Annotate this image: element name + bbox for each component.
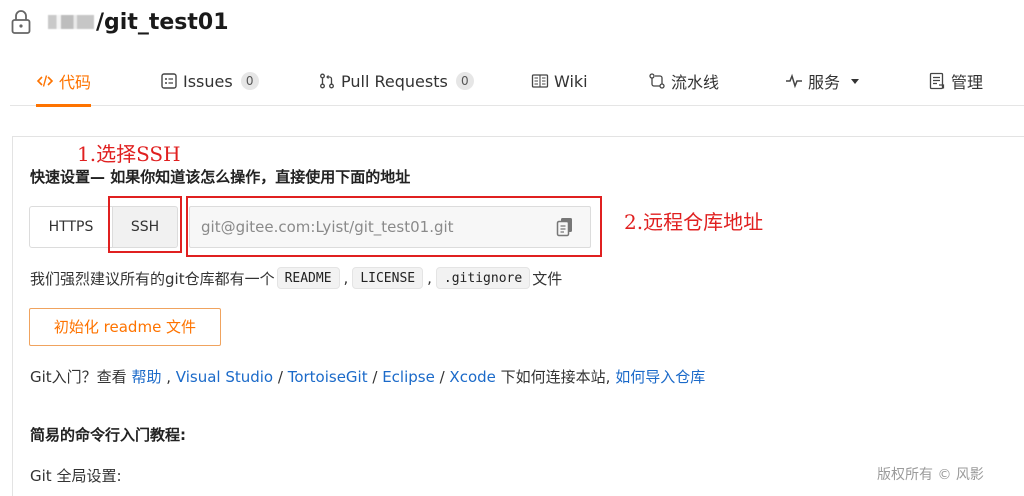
code-icon — [36, 75, 54, 87]
repo-tabs: 代码 Issues 0 Pull Requests 0 Wiki 流水线 服务 … — [10, 56, 1024, 107]
separator: / — [434, 368, 450, 386]
recommend-line: 我们强烈建议所有的git仓库都有一个 README , LICENSE , .g… — [30, 266, 562, 290]
recommend-suffix: 文件 — [532, 269, 563, 288]
separator: / — [367, 368, 383, 386]
quick-setup-title: 快速设置— 如果你知道该怎么操作，直接使用下面的地址 — [30, 168, 411, 186]
tab-manage[interactable]: 管理 — [928, 56, 983, 106]
copyright-watermark: 版权所有 © 风影 — [877, 467, 984, 483]
license-chip: LICENSE — [352, 267, 424, 289]
gitignore-chip: .gitignore — [435, 267, 531, 289]
owner-name-blurred — [48, 15, 94, 29]
help-middle: 下如何连接本站, — [495, 368, 616, 386]
pulse-icon — [786, 73, 802, 89]
annotation-box-url — [186, 196, 602, 257]
tab-code[interactable]: 代码 — [36, 56, 92, 107]
tutorial-title: 简易的命令行入门教程: — [30, 426, 186, 444]
repo-title[interactable]: /git_test01 — [96, 10, 229, 35]
xcode-link[interactable]: Xcode — [449, 368, 495, 386]
pipeline-icon — [649, 73, 665, 89]
issues-count-badge: 0 — [240, 72, 259, 90]
annotation-box-ssh — [108, 196, 182, 253]
separator: , — [343, 269, 349, 287]
manage-icon — [929, 72, 945, 90]
recommend-prefix: 我们强烈建议所有的git仓库都有一个 — [30, 269, 275, 288]
tab-label: 服务 — [808, 73, 841, 92]
separator: , — [161, 368, 176, 386]
help-link[interactable]: 帮助 — [131, 368, 161, 386]
help-line: Git入门？查看 帮助 , Visual Studio / TortoiseGi… — [30, 366, 705, 387]
git-global-settings-label: Git 全局设置: — [30, 467, 122, 485]
eclipse-link[interactable]: Eclipse — [382, 368, 435, 386]
import-repo-link[interactable]: 如何导入仓库 — [615, 368, 705, 386]
pull-request-icon — [320, 73, 334, 89]
https-button[interactable]: HTTPS — [29, 206, 113, 248]
tab-issues[interactable]: Issues 0 — [160, 56, 259, 106]
repo-header: /git_test01 — [10, 4, 229, 40]
tab-label: Wiki — [554, 71, 588, 91]
caret-down-icon — [851, 79, 860, 84]
help-prefix: Git入门？查看 — [30, 368, 132, 386]
tab-label: Pull Requests — [341, 71, 448, 91]
init-readme-button[interactable]: 初始化 readme 文件 — [29, 308, 221, 346]
wiki-icon — [531, 74, 549, 88]
tab-label: Issues — [183, 71, 233, 91]
tab-pipeline[interactable]: 流水线 — [648, 56, 719, 106]
tab-label: 流水线 — [671, 73, 720, 92]
pull-requests-count-badge: 0 — [455, 72, 474, 90]
issues-icon — [161, 73, 177, 89]
tortoisegit-link[interactable]: TortoiseGit — [288, 368, 368, 386]
tab-pull-requests[interactable]: Pull Requests 0 — [318, 56, 474, 106]
annotation-step2: 2.远程仓库地址 — [624, 210, 764, 234]
tab-wiki[interactable]: Wiki — [531, 56, 588, 106]
readme-chip: README — [276, 267, 340, 289]
lock-icon — [11, 10, 31, 34]
tab-label: 代码 — [59, 73, 92, 92]
tab-label: 管理 — [951, 73, 984, 92]
page: /git_test01 代码 Issues 0 Pull Requests 0 … — [0, 0, 1024, 496]
visual-studio-link[interactable]: Visual Studio — [176, 368, 273, 386]
separator: / — [273, 368, 288, 386]
tab-services[interactable]: 服务 — [785, 56, 861, 106]
separator: , — [427, 269, 432, 287]
annotation-step1: 1.选择SSH — [77, 142, 181, 166]
